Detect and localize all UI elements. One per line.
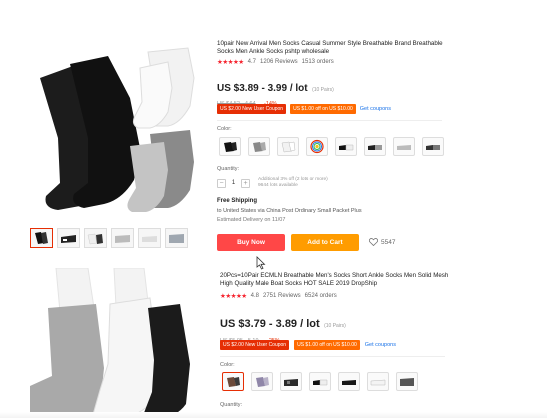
- thumbnail-1[interactable]: [30, 228, 53, 248]
- shipping-title: Free Shipping: [217, 198, 258, 204]
- product-1-coupons: US $2.00 New User Coupon US $1.00 off on…: [217, 104, 391, 114]
- page-bottom-edge: [0, 412, 547, 418]
- quantity-input[interactable]: 1: [228, 180, 239, 186]
- color-swatch-mixed[interactable]: [306, 137, 328, 156]
- color-swatch-white[interactable]: [277, 137, 299, 156]
- unit-note: (10 Pairs): [312, 87, 334, 93]
- color-swatch-black[interactable]: [219, 137, 241, 156]
- quantity-stepper: − 1 + Additional 3% off (2 lots or more)…: [217, 177, 328, 189]
- product-1-rating-row: ★★★★★ 4.7 1206 Reviews 1513 orders: [217, 58, 334, 66]
- product-2-color-swatches: [222, 372, 418, 391]
- thumbnail-3[interactable]: [84, 228, 107, 248]
- thumbnail-2[interactable]: [57, 228, 80, 248]
- color-swatch-purple[interactable]: [251, 372, 273, 391]
- product-2-main-image[interactable]: [30, 268, 202, 418]
- unit-note: (10 Pairs): [324, 323, 346, 329]
- color-swatch-black-grey[interactable]: [364, 137, 386, 156]
- color-swatch-brown-mix[interactable]: [222, 372, 244, 391]
- quantity-label: Quantity:: [217, 166, 240, 172]
- store-coupon[interactable]: US $1.00 off on US $10.00: [290, 104, 356, 114]
- divider: [217, 120, 442, 121]
- get-coupons-link[interactable]: Get coupons: [360, 106, 391, 112]
- color-label: Color:: [220, 362, 235, 368]
- color-swatch-light-grey[interactable]: [393, 137, 415, 156]
- color-swatch-grey-dark[interactable]: [396, 372, 418, 391]
- heart-icon: [369, 238, 378, 246]
- wishlist-button[interactable]: 5547: [369, 238, 395, 246]
- quantity-note: Additional 3% off (2 lots or more) 9644 …: [258, 177, 328, 189]
- product-1-color-swatches: [219, 137, 444, 156]
- buy-now-button[interactable]: Buy Now: [217, 234, 285, 251]
- color-label: Color:: [217, 126, 232, 132]
- orders-count: 6524 orders: [304, 293, 337, 299]
- color-swatch-dark-mix[interactable]: [422, 137, 444, 156]
- mouse-cursor-icon: [256, 256, 266, 270]
- thumbnail-6[interactable]: [165, 228, 188, 248]
- star-rating-icon: ★★★★★: [217, 59, 244, 66]
- color-swatch-black-white[interactable]: [335, 137, 357, 156]
- stock-available: 9644 lots available: [258, 183, 298, 188]
- product-1-main-image[interactable]: [18, 38, 198, 218]
- divider: [220, 356, 445, 357]
- color-swatch-black-white[interactable]: [309, 372, 331, 391]
- new-user-coupon[interactable]: US $2.00 New User Coupon: [220, 340, 290, 350]
- rating-value: 4.8: [250, 293, 259, 299]
- product-2-coupons: US $2.00 New User Coupon US $1.00 off on…: [220, 340, 396, 350]
- add-to-cart-button[interactable]: Add to Cart: [291, 234, 359, 251]
- color-swatch-grey[interactable]: [248, 137, 270, 156]
- orders-count: 1513 orders: [301, 59, 334, 65]
- thumbnail-5[interactable]: [138, 228, 161, 248]
- color-swatch-white[interactable]: [367, 372, 389, 391]
- quantity-minus-button[interactable]: −: [217, 178, 226, 188]
- shipping-method[interactable]: to United States via China Post Ordinary…: [217, 208, 362, 214]
- reviews-link[interactable]: 2751 Reviews: [263, 293, 301, 299]
- star-rating-icon: ★★★★★: [220, 293, 247, 300]
- product-2-rating-row: ★★★★★ 4.8 2751 Reviews 6524 orders: [220, 292, 337, 300]
- store-coupon[interactable]: US $1.00 off on US $10.00: [294, 340, 360, 350]
- get-coupons-link[interactable]: Get coupons: [365, 342, 396, 348]
- rating-value: 4.7: [247, 59, 256, 65]
- reviews-link[interactable]: 1206 Reviews: [260, 59, 298, 65]
- wishlist-count: 5547: [381, 238, 396, 246]
- quantity-label: Quantity:: [220, 402, 243, 408]
- new-user-coupon[interactable]: US $2.00 New User Coupon: [217, 104, 287, 114]
- product-2-title[interactable]: 20Pcs=10Pair ECMLN Breathable Men's Sock…: [220, 272, 452, 288]
- product-1-thumbnails: [30, 228, 188, 248]
- color-swatch-dark[interactable]: [280, 372, 302, 391]
- product-1-title[interactable]: 10pair New Arrival Men Socks Casual Summ…: [217, 40, 449, 56]
- quantity-plus-button[interactable]: +: [241, 178, 250, 188]
- color-swatch-black[interactable]: [338, 372, 360, 391]
- estimated-delivery: Estimated Delivery on 11/07: [217, 217, 286, 223]
- thumbnail-4[interactable]: [111, 228, 134, 248]
